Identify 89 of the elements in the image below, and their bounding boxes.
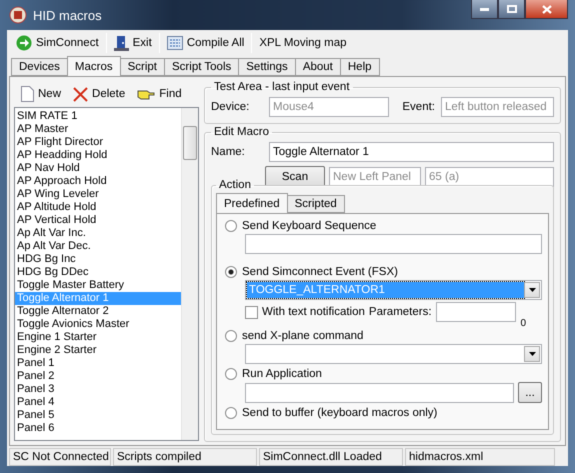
toolbar-button[interactable]: New xyxy=(16,83,66,105)
macro-item[interactable]: AP Headding Hold xyxy=(15,149,181,162)
radio-label: Send Keyboard Sequence xyxy=(242,220,376,232)
macro-item[interactable]: AP Wing Leveler xyxy=(15,188,181,201)
status-cell: Scripts compiled xyxy=(113,448,257,466)
document-icon xyxy=(21,86,34,102)
macro-item[interactable]: Toggle Alternator 2 xyxy=(15,305,181,318)
tab[interactable]: Predefined xyxy=(216,193,288,213)
toolbar-button[interactable]: SimConnect xyxy=(11,32,104,54)
macro-item[interactable]: AP Approach Hold xyxy=(15,175,181,188)
macro-item[interactable]: Toggle Master Battery xyxy=(15,279,181,292)
radio-label: send X-plane command xyxy=(242,330,364,342)
browse-button[interactable]: ... xyxy=(518,382,542,403)
window-title: HID macros xyxy=(33,8,103,22)
macro-item[interactable]: HDG Bg DDec xyxy=(15,266,181,279)
group-title: Edit Macro xyxy=(213,126,270,138)
tab[interactable]: Script Tools xyxy=(164,58,240,76)
macro-item[interactable]: Panel 3 xyxy=(15,383,181,396)
status-cell: SimConnect.dll Loaded xyxy=(259,448,403,466)
dropdown-arrow-icon xyxy=(528,288,536,292)
dropdown-button[interactable] xyxy=(524,346,540,362)
toolbar-button[interactable]: Compile All xyxy=(162,32,250,54)
close-icon xyxy=(542,4,552,14)
grid-icon xyxy=(166,36,183,50)
minimize-icon xyxy=(480,8,489,10)
macro-item[interactable]: Panel 5 xyxy=(15,409,181,422)
dropdown-arrow-icon xyxy=(528,352,536,356)
macro-item[interactable]: Panel 1 xyxy=(15,357,181,370)
maximize-button[interactable] xyxy=(498,0,525,19)
radio-button[interactable] xyxy=(225,368,237,380)
tab[interactable]: Devices xyxy=(11,58,68,76)
name-field[interactable]: Toggle Alternator 1 xyxy=(269,142,554,162)
radio-label: Run Application xyxy=(242,368,322,380)
event-label: Event: xyxy=(402,101,435,113)
dropdown-button[interactable] xyxy=(524,282,540,298)
parameters-field[interactable] xyxy=(436,302,516,322)
toolbar-button[interactable]: Delete xyxy=(68,83,130,105)
group-title: Action xyxy=(218,179,252,191)
tab[interactable]: About xyxy=(294,58,341,76)
scan-button[interactable]: Scan xyxy=(265,166,325,187)
scrollbar[interactable] xyxy=(181,108,198,440)
parameters-label: Parameters: xyxy=(368,306,432,318)
tab[interactable]: Macros xyxy=(66,56,121,76)
toolbar-button[interactable]: Exit xyxy=(108,32,157,54)
radio-label: Send Simconnect Event (FSX) xyxy=(242,266,398,278)
macro-item[interactable]: AP Altitude Hold xyxy=(15,201,181,214)
minimize-button[interactable] xyxy=(471,0,498,19)
app-icon xyxy=(9,6,27,24)
macro-item[interactable]: AP Master xyxy=(15,123,181,136)
status-cell: SC Not Connected xyxy=(9,448,111,466)
checkbox-label: With text notification xyxy=(262,306,365,318)
macro-item[interactable]: AP Vertical Hold xyxy=(15,214,181,227)
macro-item[interactable]: Engine 2 Starter xyxy=(15,344,181,357)
macro-item[interactable]: Ap Alt Var Dec. xyxy=(15,240,181,253)
cross-icon xyxy=(73,86,88,102)
macro-item[interactable]: AP Flight Director xyxy=(15,136,181,149)
macro-item[interactable]: Toggle Avionics Master xyxy=(15,318,181,331)
tab[interactable]: Script xyxy=(120,58,166,76)
macro-item[interactable]: Panel 2 xyxy=(15,370,181,383)
close-button[interactable] xyxy=(525,0,568,19)
macro-item[interactable]: Panel 6 xyxy=(15,422,181,435)
dropdown-value: TOGGLE_ALTERNATOR1 xyxy=(247,282,524,298)
radio-button[interactable] xyxy=(225,266,237,278)
arrow-circle-icon xyxy=(16,35,32,51)
door-icon xyxy=(114,35,129,51)
keyboard-sequence-field[interactable] xyxy=(245,234,542,254)
tab[interactable]: Scripted xyxy=(286,195,345,213)
macro-item[interactable]: AP Nav Hold xyxy=(15,162,181,175)
name-label: Name: xyxy=(211,146,246,158)
radio-button[interactable] xyxy=(225,330,237,342)
maximize-icon xyxy=(506,5,516,13)
group-title: Test Area - last input event xyxy=(213,81,351,93)
macro-item[interactable]: SIM RATE 1 xyxy=(15,110,181,123)
radio-button[interactable] xyxy=(225,220,237,232)
device-label: Device: xyxy=(211,101,250,113)
radio-label: Send to buffer (keyboard macros only) xyxy=(242,407,438,419)
macro-item[interactable]: HDG Bg Inc xyxy=(15,253,181,266)
macro-item[interactable]: Ap Alt Var Inc. xyxy=(15,227,181,240)
radio-button[interactable] xyxy=(225,407,237,419)
checkbox[interactable] xyxy=(245,306,258,318)
toolbar-button[interactable]: Find xyxy=(132,83,187,105)
tab[interactable]: Help xyxy=(340,58,380,76)
tab[interactable]: Settings xyxy=(238,58,296,76)
macro-item[interactable]: Engine 1 Starter xyxy=(15,331,181,344)
application-path-field[interactable] xyxy=(245,382,514,402)
macro-item[interactable]: Panel 4 xyxy=(15,396,181,409)
status-cell: hidmacros.xml xyxy=(405,448,555,466)
toolbar-button[interactable]: XPL Moving map xyxy=(254,32,352,54)
parameter-count: 0 xyxy=(520,318,526,328)
